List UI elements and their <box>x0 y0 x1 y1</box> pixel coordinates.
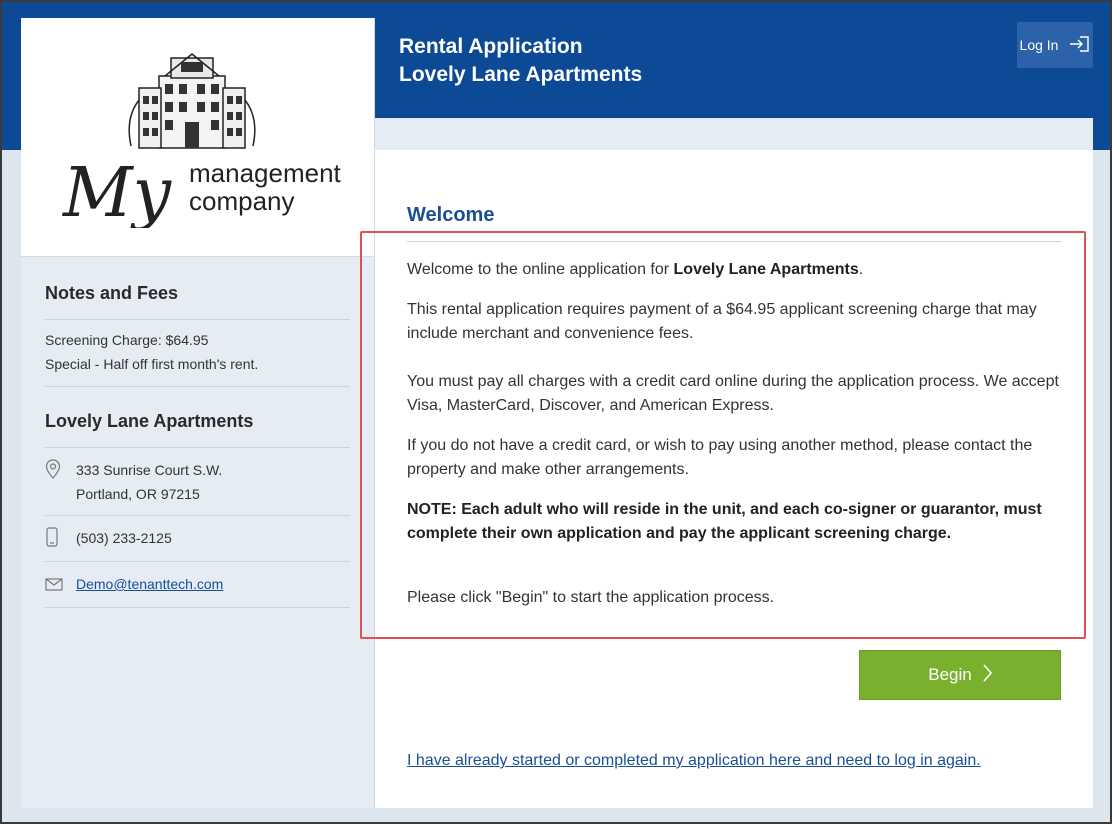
sidebar: My management company Notes and Fees Scr… <box>21 18 375 808</box>
address-line1: 333 Sunrise Court S.W. <box>76 462 223 478</box>
logo-line1: management <box>189 158 342 188</box>
phone-number: (503) 233-2125 <box>76 530 172 546</box>
mail-icon <box>45 572 76 598</box>
begin-instruction: Please click "Begin" to start the applic… <box>407 589 775 606</box>
chevron-right-icon <box>982 663 992 687</box>
fee-list: Screening Charge: $64.95 Special - Half … <box>45 320 350 387</box>
company-logo: My management company <box>21 18 374 257</box>
map-pin-icon <box>45 458 76 484</box>
page-title-line2: Lovely Lane Apartments <box>399 63 643 86</box>
notes-and-fees-heading: Notes and Fees <box>45 257 350 320</box>
intro-property-name: Lovely Lane Apartments <box>673 261 859 278</box>
logo-script-text: My <box>61 154 173 228</box>
address-line2: Portland, OR 97215 <box>76 486 200 502</box>
page-title-line1: Rental Application <box>399 35 583 58</box>
notes-and-fees-section: Notes and Fees Screening Charge: $64.95 … <box>21 257 374 608</box>
intro-prefix: Welcome to the online application for <box>407 261 674 278</box>
contact-address: 333 Sunrise Court S.W. Portland, OR 9721… <box>45 448 350 516</box>
sub-header-bar <box>375 118 1093 150</box>
contact-phone: (503) 233-2125 <box>45 516 350 562</box>
property-heading: Lovely Lane Apartments <box>45 387 350 448</box>
log-in-label: Log In <box>1019 37 1059 53</box>
fee-item-special: Special - Half off first month's rent. <box>45 356 259 372</box>
no-card-paragraph: If you do not have a credit card, or wis… <box>407 437 1033 478</box>
building-logo: My management company <box>61 53 342 228</box>
fee-paragraph: This rental application requires payment… <box>407 301 1037 342</box>
logo-line2: company <box>189 186 295 216</box>
contact-email: Demo@tenanttech.com <box>45 562 350 608</box>
phone-icon <box>45 526 76 552</box>
relogin-link[interactable]: I have already started or completed my a… <box>407 752 981 770</box>
page-title: Rental Application Lovely Lane Apartment… <box>399 33 642 89</box>
log-in-button[interactable]: Log In <box>1017 22 1093 68</box>
welcome-heading: Welcome <box>407 204 495 226</box>
intro-suffix: . <box>858 261 864 278</box>
note-paragraph: NOTE: Each adult who will reside in the … <box>407 501 1042 542</box>
intro-paragraph: Welcome to the online application for Lo… <box>407 258 1067 282</box>
fee-item-screening: Screening Charge: $64.95 <box>45 332 209 348</box>
email-link[interactable]: Demo@tenanttech.com <box>76 576 223 592</box>
payment-paragraph: You must pay all charges with a credit c… <box>407 373 1059 414</box>
begin-label: Begin <box>928 665 972 684</box>
log-in-icon <box>1068 35 1090 56</box>
begin-button[interactable]: Begin <box>859 650 1061 700</box>
